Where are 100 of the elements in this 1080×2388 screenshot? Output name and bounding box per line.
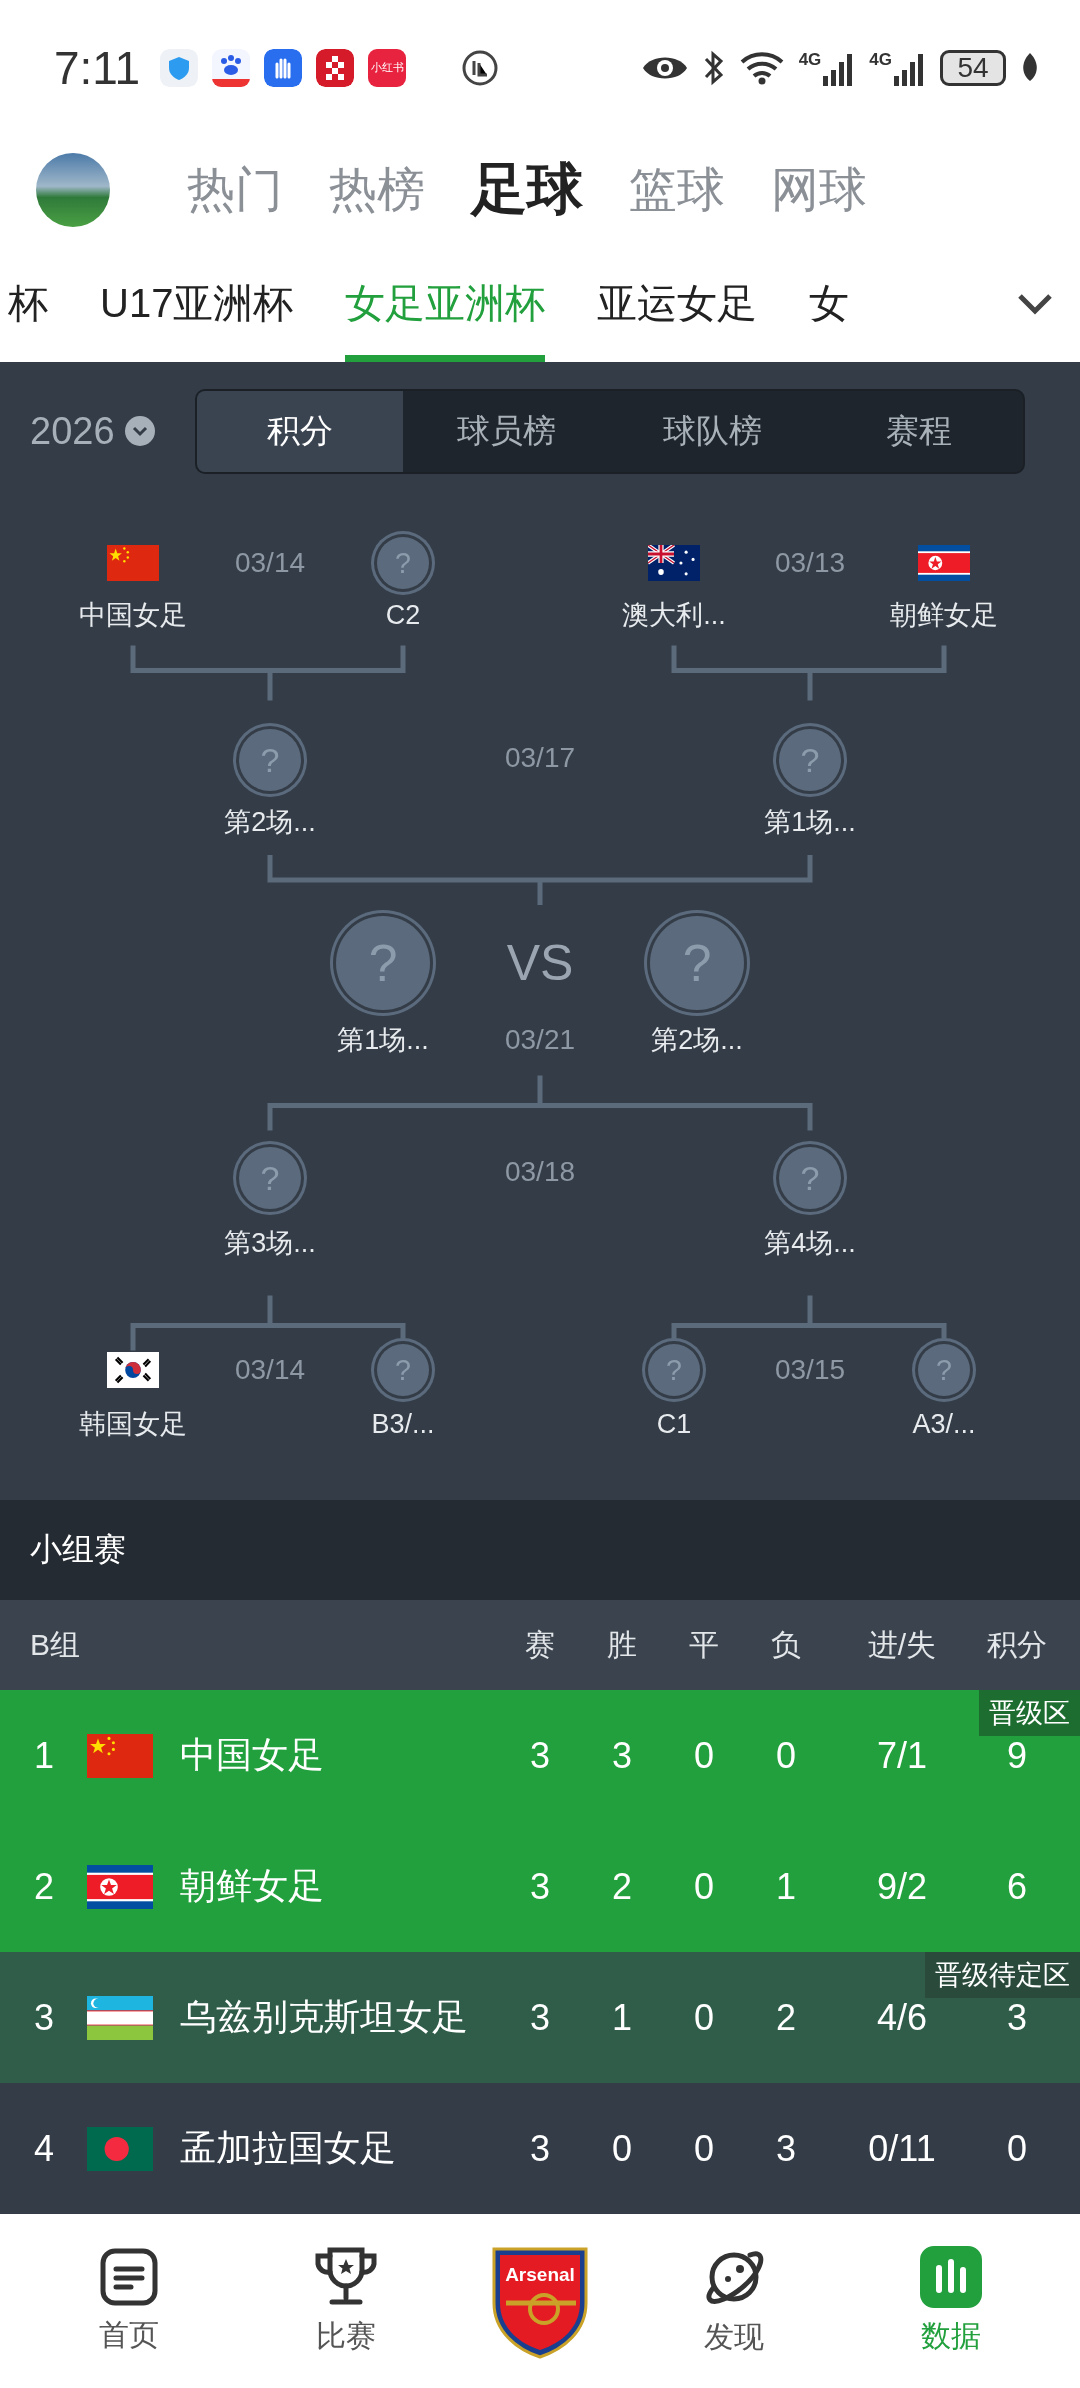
nav-tab[interactable]: 发现 — [659, 2244, 810, 2358]
flag-icon — [107, 545, 159, 581]
team-name: 第2场... — [651, 1024, 743, 1057]
column-header: 赛 — [524, 1626, 556, 1663]
bar-chart-icon — [920, 2245, 983, 2308]
table-cell-text: 6 — [1006, 1865, 1028, 1908]
chevron-down-icon[interactable] — [1017, 292, 1053, 315]
competition-tab[interactable]: U17亚洲杯 — [100, 245, 294, 362]
table-cell-text: 1 — [775, 1865, 797, 1908]
document-icon — [98, 2246, 159, 2307]
table-cell-text: 0 — [775, 1734, 797, 1777]
match-date: 03/14 — [234, 1354, 306, 1386]
paw-icon — [212, 48, 251, 87]
team-name: 第1场... — [337, 1024, 429, 1057]
zone-badge: 晋级待定区 — [925, 1952, 1080, 1998]
table-cell-text: 2 — [611, 1865, 633, 1908]
grid-icon — [316, 48, 355, 87]
standings-row[interactable]: 1 中国女足 3 3 0 0 7/1 9 晋级区 — [0, 1690, 1080, 1821]
season-dropdown[interactable]: 2026 — [30, 409, 155, 453]
match-date: 03/14 — [234, 547, 306, 579]
table-cell-text: 0 — [1006, 2127, 1028, 2170]
match-date: 03/15 — [774, 1354, 846, 1386]
table-cell-text: 2 — [775, 1996, 797, 2039]
table-cell-text: 3 — [775, 2127, 797, 2170]
view-tab[interactable]: 球员榜 — [403, 390, 610, 472]
section-title: 小组赛 — [0, 1500, 1080, 1600]
competition-tab[interactable]: 杯 — [8, 245, 48, 362]
table-cell-text: 0 — [693, 1865, 715, 1908]
app-icon: 小红书 — [368, 48, 407, 87]
view-tab[interactable]: 积分 — [196, 390, 404, 472]
competition-tab[interactable]: 女 — [809, 245, 850, 362]
view-tab[interactable]: 球队榜 — [609, 390, 817, 472]
table-cell-text: 4/6 — [875, 1996, 928, 2039]
flag-icon — [87, 1733, 153, 1778]
network-label: 4G — [798, 49, 822, 70]
column-header: 积分 — [986, 1626, 1048, 1663]
view-tab[interactable]: 赛程 — [816, 390, 1023, 472]
table-cell-text: 3 — [529, 1865, 551, 1908]
column-header: 胜 — [606, 1626, 638, 1663]
team-name: 乌兹别克斯坦女足 — [180, 1995, 469, 2039]
team-name: 中国女足 — [79, 599, 187, 632]
rank-cell-text: 1 — [33, 1734, 55, 1777]
flag-icon — [87, 1995, 153, 2040]
table-cell-text: 0 — [693, 1996, 715, 2039]
column-header: 平 — [688, 1626, 720, 1663]
nav-tab[interactable]: 比赛 — [270, 2245, 421, 2357]
team-name: 朝鲜女足 — [180, 1864, 325, 1908]
nav-tab[interactable]: 首页 — [53, 2246, 204, 2356]
team-name: 中国女足 — [180, 1733, 325, 1777]
team-name: 韩国女足 — [79, 1408, 187, 1441]
team-name: 第1场... — [764, 806, 856, 839]
team-name: 第3场... — [224, 1227, 316, 1260]
team-name: C2 — [385, 599, 421, 631]
table-cell-text: 9 — [1006, 1734, 1028, 1777]
table-cell-text: 3 — [611, 1734, 633, 1777]
table-cell-text: 0/11 — [867, 2127, 937, 2170]
table-cell-text: 7/1 — [875, 1734, 928, 1777]
match-date: 03/21 — [504, 1024, 576, 1056]
match-date: 03/18 — [504, 1156, 576, 1188]
network-label: 4G — [869, 49, 892, 70]
flag-icon — [87, 1864, 153, 1909]
flag-icon — [918, 545, 970, 581]
chevron-down-icon — [124, 416, 155, 446]
table-cell-text: 0 — [611, 2127, 633, 2170]
rank-cell-text: 3 — [33, 1996, 55, 2039]
standings-row[interactable]: 4 孟加拉国女足 3 0 0 3 0/11 0 — [0, 2083, 1080, 2214]
table-cell-text: 9/2 — [875, 1865, 928, 1908]
team-name: 孟加拉国女足 — [180, 2126, 397, 2170]
table-cell-text: 0 — [693, 1734, 715, 1777]
shield-icon — [160, 48, 199, 87]
column-header: 负 — [770, 1626, 802, 1663]
team-name: 第2场... — [224, 806, 316, 839]
flag-icon — [648, 545, 700, 581]
rank-cell-text: 4 — [33, 2127, 55, 2170]
team-name: A3/... — [912, 1408, 976, 1440]
team-name: 朝鲜女足 — [890, 599, 998, 632]
rank-cell-text: 2 — [33, 1865, 55, 1908]
team-name: 澳大利... — [622, 599, 726, 632]
versus-label: VS — [506, 934, 574, 992]
flag-icon — [107, 1352, 159, 1388]
column-header: 进/失 — [866, 1626, 938, 1663]
table-cell-text: 1 — [611, 1996, 633, 2039]
wifi-icon — [738, 49, 785, 86]
table-cell-text: 3 — [529, 1734, 551, 1777]
table-cell-text: 3 — [529, 2127, 551, 2170]
flag-icon — [87, 2126, 153, 2171]
table-cell-text: 0 — [693, 2127, 715, 2170]
team-name: C1 — [656, 1408, 692, 1440]
group-label: B组 — [29, 1626, 81, 1663]
match-date: 03/17 — [504, 742, 576, 774]
category-tab[interactable]: 足球 — [448, 152, 606, 228]
standings-row[interactable]: 3 乌兹别克斯坦女足 3 1 0 2 4/6 3 晋级待定区 — [0, 1952, 1080, 2083]
competition-tab[interactable]: 亚运女足 — [597, 245, 758, 362]
battery-indicator: 54 — [940, 49, 1006, 86]
zone-badge: 晋级区 — [979, 1690, 1080, 1736]
table-cell-text: 3 — [1006, 1996, 1028, 2039]
team-name: B3/... — [371, 1408, 435, 1440]
team-name: 第4场... — [764, 1227, 856, 1260]
status-time: 7:11 — [54, 40, 141, 95]
match-date: 03/13 — [774, 547, 846, 579]
